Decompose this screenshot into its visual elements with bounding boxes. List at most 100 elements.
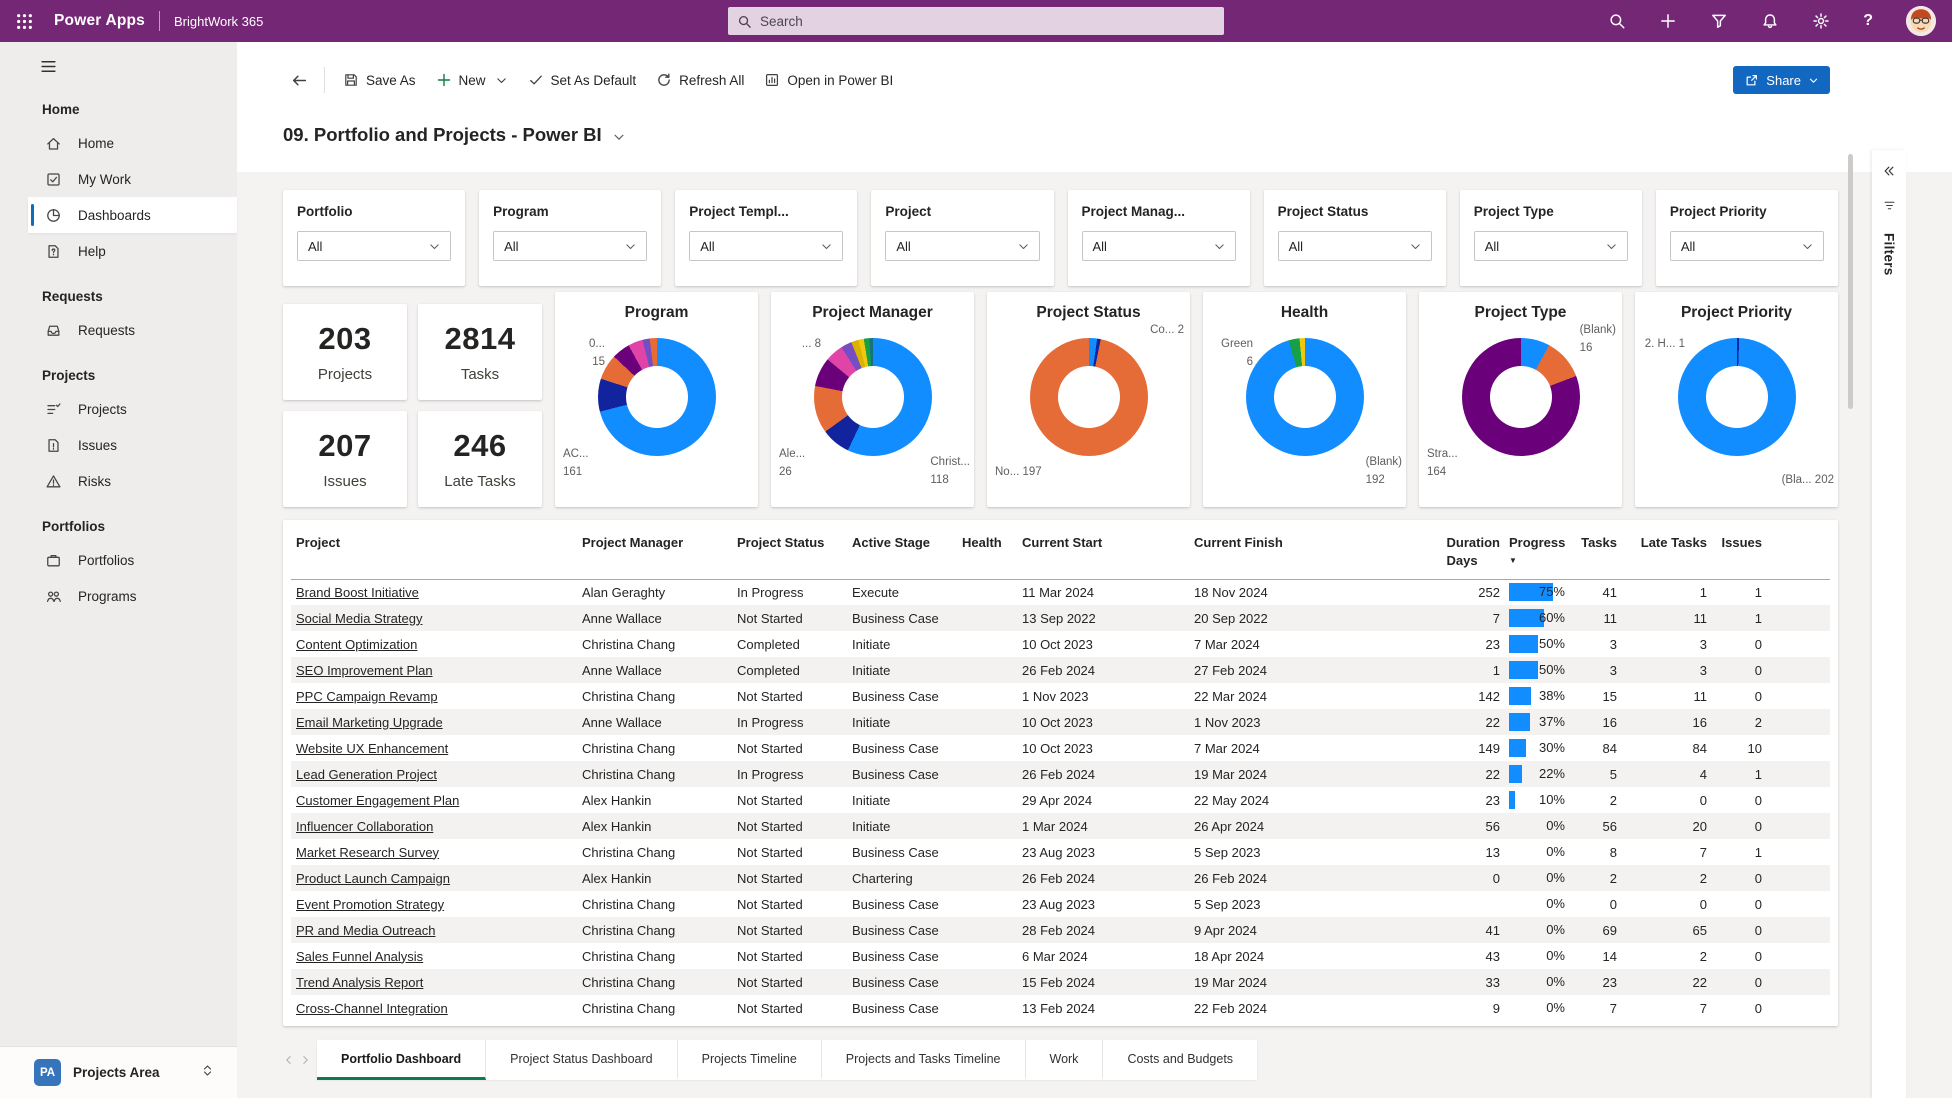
sidebar-item-my-work[interactable]: My Work	[0, 161, 237, 197]
donut-card-project-manager[interactable]: Project Manager ... 8 Ale... 26 Christ... 11…	[771, 292, 974, 507]
sidebar-item-requests[interactable]: Requests	[0, 312, 237, 348]
column-header-issues[interactable]: Issues	[1711, 520, 1766, 580]
kpi-issues[interactable]: 207 Issues	[283, 411, 407, 507]
slicer-dropdown[interactable]: All	[1473, 231, 1628, 261]
sidebar-item-portfolios[interactable]: Portfolios	[0, 542, 237, 578]
slicer-dropdown[interactable]: All	[689, 231, 844, 261]
set-as-default-button[interactable]: Set As Default	[518, 62, 647, 98]
project-link[interactable]: SEO Improvement Plan	[296, 663, 433, 678]
table-row[interactable]: Cross-Channel Integration Christina Chang…	[291, 995, 1830, 1021]
donut-chart[interactable]	[1677, 338, 1796, 456]
table-row[interactable]: PPC Campaign Revamp Christina Chang Not St…	[291, 683, 1830, 709]
donut-card-project-status[interactable]: Project Status Co... 2 No... 197	[987, 292, 1190, 507]
add-icon[interactable]	[1659, 12, 1677, 30]
table-row[interactable]: Event Promotion Strategy Christina Chang N…	[291, 891, 1830, 917]
table-row[interactable]: Product Launch Campaign Alex Hankin Not St…	[291, 865, 1830, 891]
project-link[interactable]: Brand Boost Initiative	[296, 585, 419, 600]
column-header-health[interactable]: Health	[957, 520, 1017, 580]
kpi-late-tasks[interactable]: 246 Late Tasks	[418, 411, 542, 507]
project-link[interactable]: Influencer Collaboration	[296, 819, 433, 834]
report-tab-costs-and-budgets[interactable]: Costs and Budgets	[1103, 1040, 1258, 1080]
settings-gear-icon[interactable]	[1812, 12, 1830, 30]
project-link[interactable]: Social Media Strategy	[296, 611, 422, 626]
report-tab-portfolio-dashboard[interactable]: Portfolio Dashboard	[317, 1040, 487, 1080]
project-link[interactable]: Cross-Channel Integration	[296, 1001, 448, 1016]
table-row[interactable]: Influencer Collaboration Alex Hankin Not S…	[291, 813, 1830, 839]
slicer-dropdown[interactable]: All	[885, 231, 1040, 261]
donut-card-project-type[interactable]: Project Type (Blank) 16 Stra... 164	[1419, 292, 1622, 507]
table-row[interactable]: Social Media Strategy Anne Wallace Not Sta…	[291, 605, 1830, 631]
vertical-scrollbar[interactable]	[1848, 154, 1853, 409]
share-button[interactable]: Share	[1733, 66, 1830, 94]
donut-card-program[interactable]: Program 0... 15 AC... 161	[555, 292, 758, 507]
refresh-all-button[interactable]: Refresh All	[646, 62, 754, 98]
project-link[interactable]: Email Marketing Upgrade	[296, 715, 443, 730]
waffle-menu-icon[interactable]	[0, 0, 48, 42]
donut-card-health[interactable]: Health Green 6 (Blank) 192	[1203, 292, 1406, 507]
donut-chart[interactable]	[813, 338, 932, 456]
title-chevron-down-icon[interactable]	[612, 130, 626, 149]
donut-chart[interactable]	[1461, 338, 1580, 456]
table-row[interactable]: Brand Boost Initiative Alan Geraghty In Pr…	[291, 579, 1830, 605]
open-in-power-bi-button[interactable]: Open in Power BI	[754, 62, 903, 98]
filter-icon[interactable]	[1710, 12, 1728, 30]
column-header-project-status[interactable]: Project Status	[732, 520, 847, 580]
tab-prev-icon[interactable]	[283, 1054, 295, 1066]
help-icon[interactable]: ?	[1863, 12, 1873, 30]
table-row[interactable]: Email Marketing Upgrade Anne Wallace In Pr…	[291, 709, 1830, 735]
table-row[interactable]: PR and Media Outreach Christina Chang Not …	[291, 917, 1830, 943]
project-link[interactable]: PPC Campaign Revamp	[296, 689, 438, 704]
user-avatar[interactable]	[1906, 6, 1936, 36]
environment-name[interactable]: BrightWork 365	[174, 14, 263, 29]
report-tab-project-status-dashboard[interactable]: Project Status Dashboard	[486, 1040, 678, 1080]
project-link[interactable]: Event Promotion Strategy	[296, 897, 444, 912]
project-link[interactable]: PR and Media Outreach	[296, 923, 435, 938]
project-link[interactable]: Customer Engagement Plan	[296, 793, 459, 808]
project-link[interactable]: Sales Funnel Analysis	[296, 949, 423, 964]
table-row[interactable]: Market Research Survey Christina Chang Not…	[291, 839, 1830, 865]
project-link[interactable]: Content Optimization	[296, 637, 417, 652]
column-header-active-stage[interactable]: Active Stage	[847, 520, 957, 580]
project-link[interactable]: Lead Generation Project	[296, 767, 437, 782]
project-link[interactable]: Website UX Enhancement	[296, 741, 448, 756]
column-header-duration-days[interactable]: Duration Days	[1414, 520, 1504, 580]
sidebar-item-home[interactable]: Home	[0, 125, 237, 161]
report-tab-projects-timeline[interactable]: Projects Timeline	[677, 1040, 822, 1080]
slicer-dropdown[interactable]: All	[493, 231, 648, 261]
table-row[interactable]: Trend Analysis Report Christina Chang Not …	[291, 969, 1830, 995]
notifications-bell-icon[interactable]	[1761, 12, 1779, 30]
hamburger-menu-icon[interactable]	[40, 58, 237, 80]
sidebar-item-risks[interactable]: Risks	[0, 463, 237, 499]
donut-chart[interactable]	[597, 338, 716, 456]
report-tab-work[interactable]: Work	[1025, 1040, 1104, 1080]
search-icon[interactable]	[1608, 12, 1626, 30]
sidebar-item-issues[interactable]: Issues	[0, 427, 237, 463]
slicer-dropdown[interactable]: All	[297, 231, 452, 261]
report-tab-projects-and-tasks-timeline[interactable]: Projects and Tasks Timeline	[821, 1040, 1026, 1080]
slicer-dropdown[interactable]: All	[1277, 231, 1432, 261]
sidebar-item-projects[interactable]: Projects	[0, 391, 237, 427]
project-link[interactable]: Market Research Survey	[296, 845, 439, 860]
donut-chart[interactable]	[1029, 338, 1148, 456]
column-header-project-manager[interactable]: Project Manager	[577, 520, 732, 580]
sidebar-item-help[interactable]: Help	[0, 233, 237, 269]
column-header-current-finish[interactable]: Current Finish	[1189, 520, 1414, 580]
global-search[interactable]	[728, 7, 1224, 35]
table-row[interactable]: Lead Generation Project Christina Chang In…	[291, 761, 1830, 787]
column-header-project[interactable]: Project	[291, 520, 577, 580]
slicer-dropdown[interactable]: All	[1669, 231, 1824, 261]
sidebar-item-programs[interactable]: Programs	[0, 578, 237, 614]
save-as-button[interactable]: Save As	[333, 62, 426, 98]
slicer-dropdown[interactable]: All	[1081, 231, 1236, 261]
project-link[interactable]: Product Launch Campaign	[296, 871, 450, 886]
column-header-tasks[interactable]: Tasks	[1574, 520, 1621, 580]
table-row[interactable]: SEO Improvement Plan Anne Wallace Complete…	[291, 657, 1830, 683]
new-button[interactable]: New	[426, 62, 518, 98]
search-input[interactable]	[728, 7, 1224, 35]
expand-filters-icon[interactable]	[1882, 164, 1896, 183]
app-name[interactable]: Power Apps	[54, 12, 145, 30]
back-button[interactable]	[283, 62, 316, 98]
column-header-late-tasks[interactable]: Late Tasks	[1621, 520, 1711, 580]
kpi-projects[interactable]: 203 Projects	[283, 304, 407, 400]
donut-chart[interactable]	[1245, 338, 1364, 456]
